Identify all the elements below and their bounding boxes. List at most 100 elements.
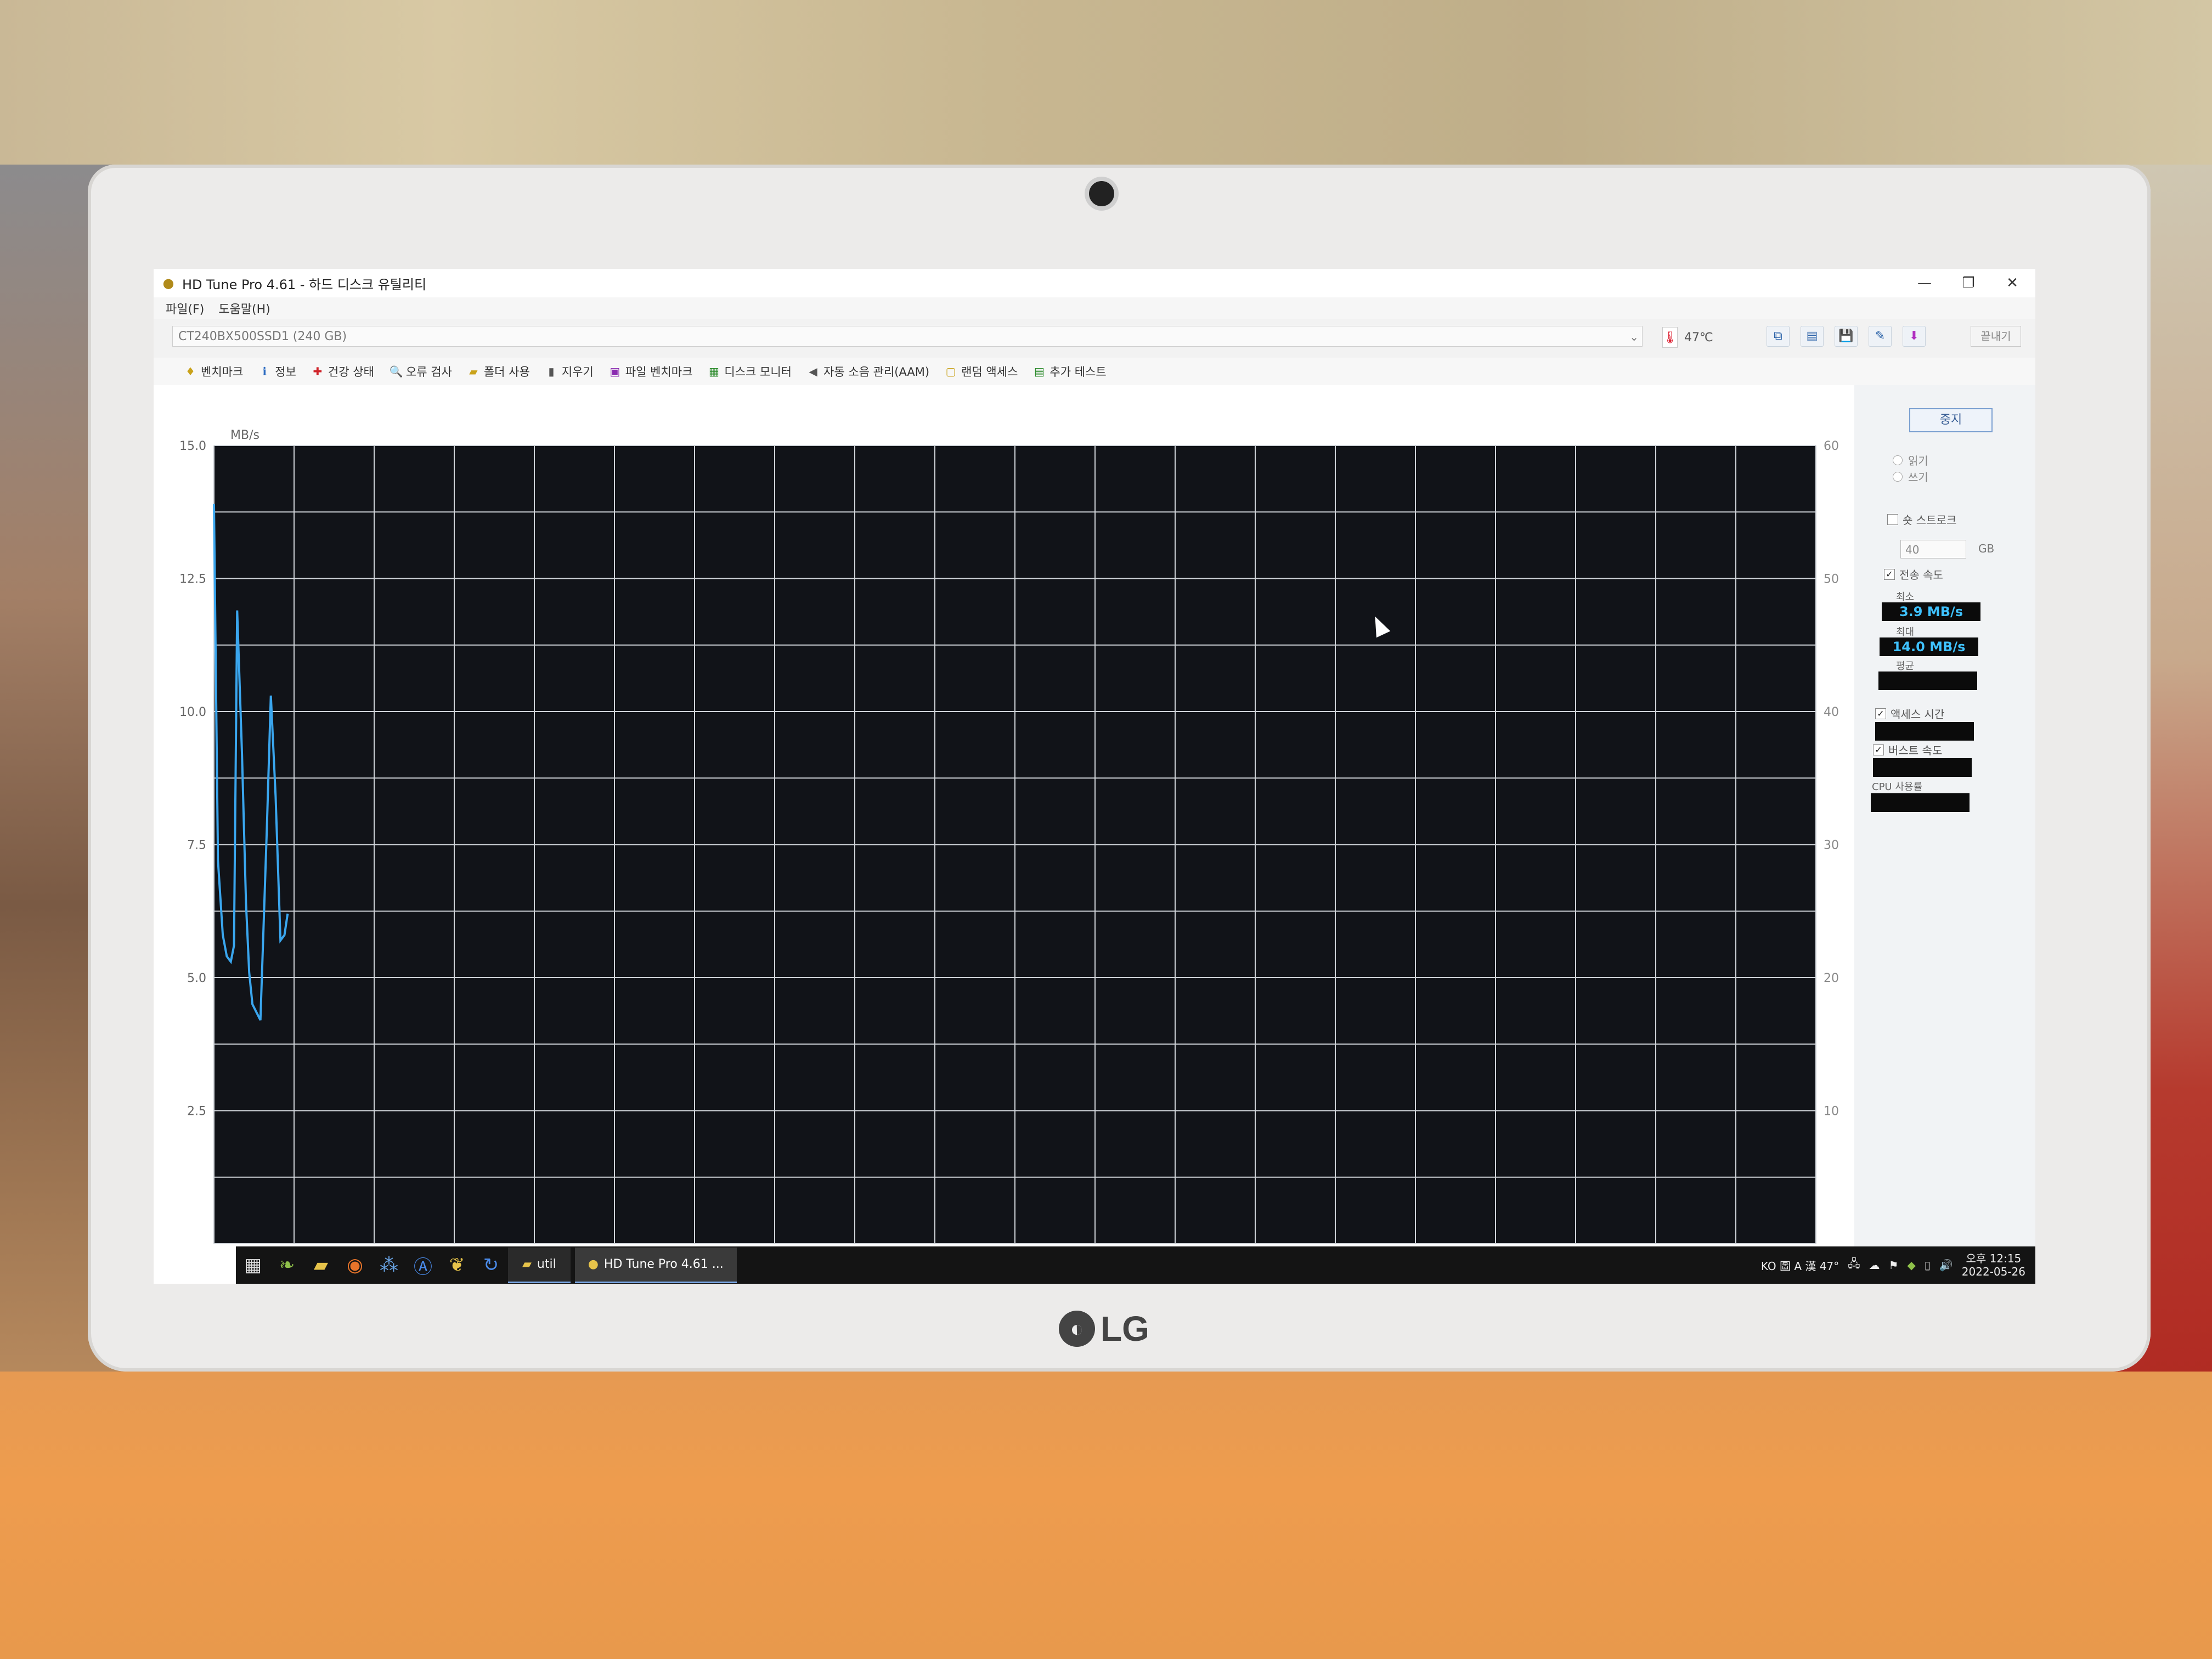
tab-erase[interactable]: ▮ 지우기 xyxy=(545,363,593,380)
menu-bar: 파일(F) 도움말(H) xyxy=(154,297,2035,319)
app-a-icon[interactable]: Ⓐ xyxy=(406,1248,440,1282)
options-icon[interactable]: ✎ xyxy=(1869,326,1892,347)
health-cross-icon: ✚ xyxy=(313,365,323,378)
short-stroke-input[interactable]: 40 xyxy=(1900,540,1966,558)
task-view-icon[interactable]: ▦ xyxy=(236,1248,270,1282)
monitor-brand: ◐ LG xyxy=(1059,1307,1149,1351)
stop-button[interactable]: 중지 xyxy=(1909,408,1993,432)
apps-grid-icon[interactable]: ⁂ xyxy=(372,1248,406,1282)
tab-aam[interactable]: ◀ 자동 소음 관리(AAM) xyxy=(807,363,929,380)
cloud-icon[interactable]: ☁ xyxy=(1869,1259,1880,1272)
random-access-icon: ▢ xyxy=(945,365,956,378)
window-title: HD Tune Pro 4.61 - 하드 디스크 유틸리티 xyxy=(182,276,427,292)
y2-tick-label: 30 xyxy=(1824,839,1839,853)
y-axis-label: MB/s xyxy=(230,428,259,442)
minimize-button[interactable]: — xyxy=(1912,272,1937,294)
y-tick-label: 5.0 xyxy=(187,972,206,985)
benchmark-chart: 15.0 12.5 10.0 7.5 5.0 2.5 60 50 40 30 20 10 MB/s xyxy=(154,385,1854,1246)
monitor-chart-icon: ▦ xyxy=(708,365,719,378)
taskbar-hdtune[interactable]: ● HD Tune Pro 4.61 ... xyxy=(574,1247,737,1283)
toolbar-icons: ⧉ ▤ 💾 ✎ ⬇ xyxy=(1767,326,1926,347)
window-controls: — ❐ ✕ xyxy=(1912,272,2024,294)
write-radio[interactable]: 쓰기 xyxy=(1893,469,1928,484)
y-tick-label: 7.5 xyxy=(187,839,206,853)
menu-file[interactable]: 파일(F) xyxy=(166,300,204,317)
tab-health[interactable]: ✚ 건강 상태 xyxy=(312,363,374,380)
menu-help[interactable]: 도움말(H) xyxy=(218,300,270,317)
download-icon[interactable]: ⬇ xyxy=(1903,326,1926,347)
clock-time: 오후 12:15 xyxy=(1966,1252,2022,1265)
tab-random-access[interactable]: ▢ 랜덤 액세스 xyxy=(945,363,1018,380)
flag-icon[interactable]: ⚑ xyxy=(1889,1259,1899,1272)
save-icon[interactable]: 💾 xyxy=(1835,326,1858,347)
avg-label: 평균 xyxy=(1896,661,1915,672)
tab-folder-usage[interactable]: ▰ 폴더 사용 xyxy=(467,363,530,380)
tab-error-scan[interactable]: 🔍 오류 검사 xyxy=(390,363,452,380)
y2-tick-label: 10 xyxy=(1824,1105,1839,1119)
shield-icon[interactable]: ◆ xyxy=(1907,1259,1915,1272)
clock[interactable]: 오후 12:15 2022-05-26 xyxy=(1962,1252,2025,1278)
lg-logo-icon: ◐ xyxy=(1059,1311,1095,1347)
extra-tests-icon: ▤ xyxy=(1034,365,1045,378)
thermometer-icon: 🌡 xyxy=(1662,327,1678,348)
magnifier-icon: 🔍 xyxy=(389,365,403,378)
folder-icon: ▰ xyxy=(469,365,478,378)
tab-disk-monitor[interactable]: ▦ 디스크 모니터 xyxy=(708,363,792,380)
checkbox-box: ✓ xyxy=(1875,708,1886,719)
tab-info[interactable]: ℹ 정보 xyxy=(258,363,296,380)
checkbox-box xyxy=(1887,514,1898,525)
folder-icon: ▰ xyxy=(522,1257,532,1271)
access-time-value xyxy=(1875,722,1974,741)
burst-rate-value xyxy=(1873,758,1972,777)
drive-toolbar: CT240BX500SSD1 (240 GB) ⌄ 🌡 47℃ ⧉ ▤ 💾 ✎ … xyxy=(154,319,2035,358)
avg-value xyxy=(1878,672,1977,690)
short-stroke-checkbox[interactable]: 숏 스트로크 xyxy=(1887,511,1956,527)
drive-select-value: CT240BX500SSD1 (240 GB) xyxy=(178,330,347,343)
checkbox-box: ✓ xyxy=(1884,568,1895,580)
app-leaf-icon[interactable]: ❧ xyxy=(270,1248,304,1282)
tray-ime[interactable]: KO 圖 A 漢 47° xyxy=(1761,1257,1839,1273)
cpu-value xyxy=(1871,793,1970,812)
speaker-icon: ◀ xyxy=(809,365,817,378)
drive-select[interactable]: CT240BX500SSD1 (240 GB) ⌄ xyxy=(172,326,1643,347)
trash-icon: ▮ xyxy=(548,365,555,378)
copy-info-icon[interactable]: ⧉ xyxy=(1767,326,1790,347)
y-tick-label: 2.5 xyxy=(187,1105,206,1119)
bird-icon[interactable]: ❦ xyxy=(440,1248,474,1282)
maximize-button[interactable]: ❐ xyxy=(1956,272,1980,294)
background-wall xyxy=(0,0,2212,181)
title-bar: ● HD Tune Pro 4.61 - 하드 디스크 유틸리티 — ❐ ✕ xyxy=(154,269,2035,297)
checkbox-box: ✓ xyxy=(1873,744,1884,755)
transfer-rate-checkbox[interactable]: ✓ 전송 속도 xyxy=(1884,566,1943,582)
background-desk xyxy=(0,1372,2212,1659)
tab-benchmark[interactable]: ♦ 벤치마크 xyxy=(184,363,243,380)
system-tray: KO 圖 A 漢 47° 🖧 ☁ ⚑ ◆ ▯ 🔊 오후 12:15 2022-0… xyxy=(1761,1246,2025,1284)
y2-tick-label: 60 xyxy=(1824,439,1839,453)
burst-rate-checkbox[interactable]: ✓ 버스트 속도 xyxy=(1873,742,1942,758)
volume-icon[interactable]: 🔊 xyxy=(1939,1259,1953,1272)
file-benchmark-icon: ▣ xyxy=(610,365,620,378)
y-tick-label: 10.0 xyxy=(179,706,206,719)
battery-icon[interactable]: ▯ xyxy=(1925,1259,1931,1272)
temperature-value: 47℃ xyxy=(1684,330,1713,345)
file-explorer-icon[interactable]: ▰ xyxy=(304,1248,338,1282)
benchmark-icon: ♦ xyxy=(185,365,195,378)
tab-file-benchmark[interactable]: ▣ 파일 벤치마크 xyxy=(609,363,692,380)
chart-svg: 15.0 12.5 10.0 7.5 5.0 2.5 60 50 40 30 20 10 MB/s xyxy=(179,428,1839,1244)
tab-extra-tests[interactable]: ▤ 추가 테스트 xyxy=(1033,363,1107,380)
read-radio[interactable]: 읽기 xyxy=(1893,452,1928,468)
y2-tick-label: 50 xyxy=(1824,573,1839,586)
hdtune-app-icon: ● xyxy=(162,275,174,291)
firefox-icon[interactable]: ◉ xyxy=(338,1248,372,1282)
min-value: 3.9 MB/s xyxy=(1882,602,1980,621)
exit-button[interactable]: 끝내기 xyxy=(1971,326,2021,347)
close-button[interactable]: ✕ xyxy=(2000,272,2024,294)
brand-text: LG xyxy=(1101,1309,1149,1348)
y2-tick-label: 20 xyxy=(1824,972,1839,985)
refresh-app-icon[interactable]: ↻ xyxy=(474,1248,508,1282)
taskbar-util[interactable]: ▰ util xyxy=(508,1247,571,1283)
access-time-checkbox[interactable]: ✓ 액세스 시간 xyxy=(1875,706,1944,721)
webcam xyxy=(1089,181,1114,206)
copy-screenshot-icon[interactable]: ▤ xyxy=(1801,326,1824,347)
network-icon[interactable]: 🖧 xyxy=(1848,1256,1860,1274)
